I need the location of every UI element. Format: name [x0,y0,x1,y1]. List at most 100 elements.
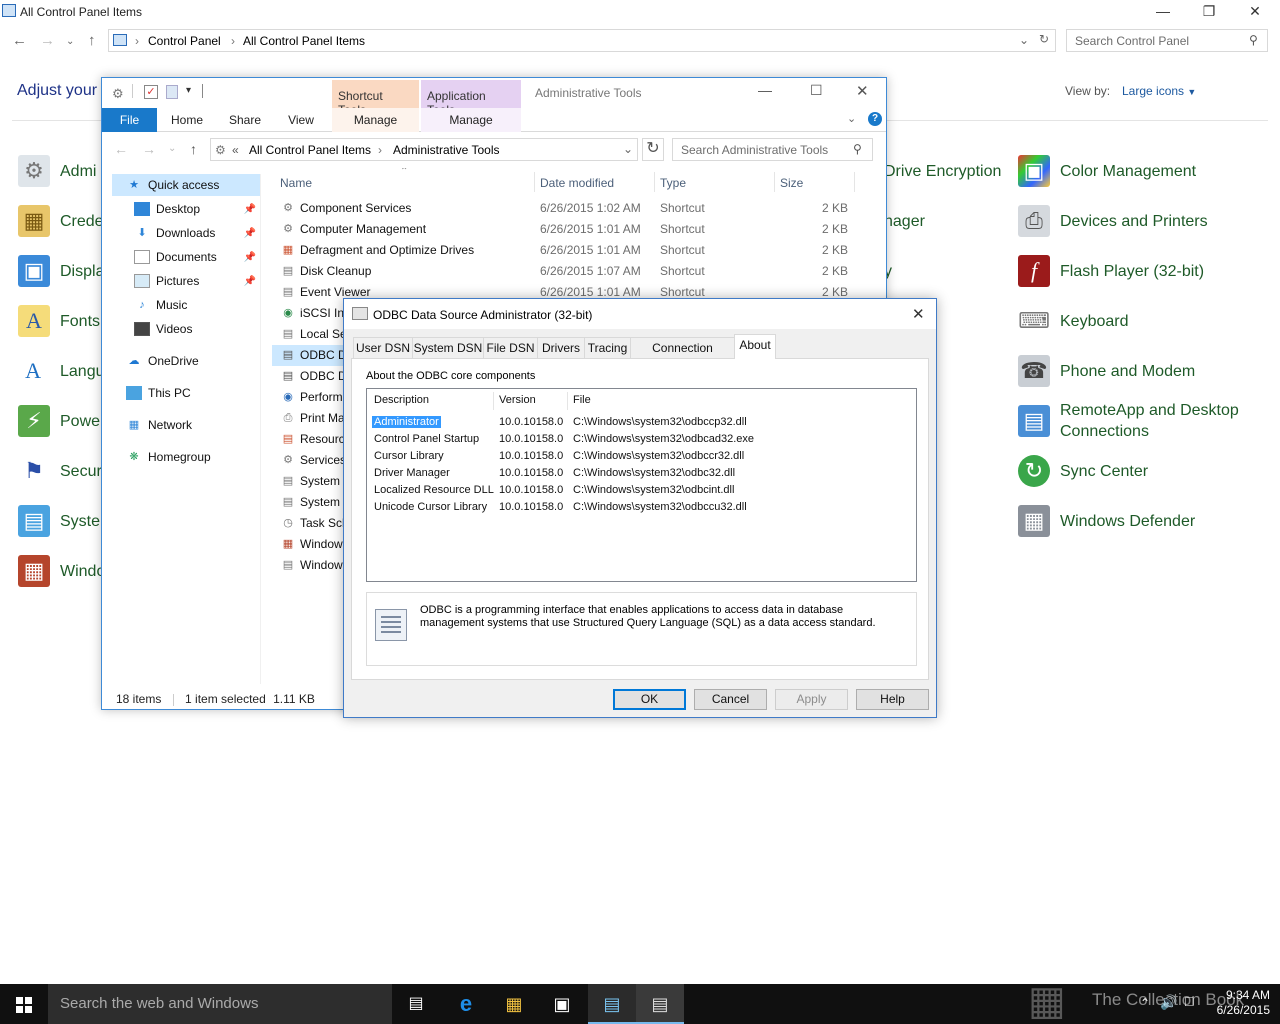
cp-item-power-options[interactable]: ⚡ Power [18,401,105,441]
cp-item-security-maintenance[interactable]: ⚑ Secur [18,451,102,491]
nav-documents[interactable]: Documents 📌 [134,246,260,268]
cp-item-sync-center[interactable]: ↻ Sync Center [1018,451,1148,491]
cp-item-keyboard[interactable]: ⌨ Keyboard [1018,301,1128,341]
nav-this-pc[interactable]: This PC [126,382,260,404]
tab-system-dsn[interactable]: System DSN [412,337,484,358]
control-panel-taskbar-icon[interactable]: ▤ [588,984,636,1024]
list-item[interactable]: Control Panel Startup 10.0.10158.0 C:\Wind… [367,432,915,448]
tab-manage-application[interactable]: Manage [421,108,521,132]
recent-locations-icon[interactable]: ⌄ [168,143,176,154]
view-by-dropdown[interactable]: Large icons ▼ [1122,84,1196,98]
tab-shortcut-tools[interactable]: Shortcut Tools [332,80,419,117]
store-icon[interactable]: ▣ [538,984,586,1024]
breadcrumb-admin-tools[interactable]: Administrative Tools [393,143,500,157]
list-header-description[interactable]: Description [374,394,429,410]
nav-videos[interactable]: Videos [134,318,260,340]
address-bar[interactable]: › Control Panel › All Control Panel Item… [108,29,1056,52]
forward-icon[interactable]: → [40,32,55,49]
task-view-button[interactable]: ▤ [392,984,440,1024]
tab-home[interactable]: Home [164,108,210,132]
customize-qat-icon[interactable]: ▾ [186,85,191,96]
cp-item-credential-manager[interactable]: ▦ Crede [18,201,104,241]
chevron-down-icon[interactable]: ⌄ [1019,33,1029,47]
apply-button[interactable]: Apply [775,689,848,710]
search-input[interactable]: Search Control Panel ⚲ [1066,29,1268,52]
search-icon[interactable]: ⚲ [853,142,862,156]
file-row[interactable]: ▤ Disk Cleanup 6/26/2015 1:07 AM Shortcut 2 … [272,261,872,282]
tab-share[interactable]: Share [222,108,268,132]
refresh-icon[interactable]: ↻ [1039,32,1049,46]
show-hidden-icons[interactable]: ⌃ [1140,996,1150,1010]
close-button[interactable]: ✕ [856,82,869,100]
list-item[interactable]: Driver Manager 10.0.10158.0 C:\Windows\sys… [367,466,915,482]
close-button[interactable]: ✕ [912,305,925,323]
minimize-button[interactable]: — [758,82,772,98]
help-button[interactable]: Help [856,689,929,710]
clock[interactable]: 9:34 AM 6/26/2015 [1210,988,1270,1018]
list-item[interactable]: Localized Resource DLL 10.0.10158.0 C:\Win… [367,483,915,499]
tab-application-tools[interactable]: Application Tools [421,80,521,117]
refresh-icon[interactable]: ↻ [642,138,664,161]
nav-downloads[interactable]: ⬇ Downloads 📌 [134,222,260,244]
chevron-down-icon[interactable]: ⌄ [623,142,633,156]
cp-item-language[interactable]: A Langu [18,351,104,391]
tab-connection-pooling[interactable]: Connection Pooling [630,337,735,376]
cancel-button[interactable]: Cancel [694,689,767,710]
nav-quick-access[interactable]: ★ Quick access [112,174,260,196]
nav-desktop[interactable]: Desktop 📌 [134,198,260,220]
maximize-button[interactable]: ☐ [810,82,823,99]
column-header-type[interactable]: Type [660,176,686,190]
up-icon[interactable]: ↑ [88,32,96,49]
search-icon[interactable]: ⚲ [1249,33,1258,47]
breadcrumb-all-items[interactable]: All Control Panel Items [249,143,371,157]
cp-item-administrative-tools[interactable]: ⚙ Admi [18,151,96,191]
nav-network[interactable]: ▦ Network [126,414,260,436]
restore-button[interactable]: ❐ [1186,0,1232,24]
minimize-button[interactable]: — [1140,0,1186,24]
cp-item-display[interactable]: ▣ Displa [18,251,104,291]
chevron-down-icon[interactable]: ⌄ [847,112,856,125]
list-item[interactable]: Unicode Cursor Library 10.0.10158.0 C:\Win… [367,500,915,516]
list-item[interactable]: Cursor Library 10.0.10158.0 C:\Windows\sys… [367,449,915,465]
file-row[interactable]: ⚙ Computer Management 6/26/2015 1:01 AM Sho… [272,219,872,240]
file-explorer-icon[interactable]: ▦ [490,984,538,1024]
tab-file[interactable]: File [102,108,157,132]
column-header-name[interactable]: Name [280,176,312,190]
list-header-file[interactable]: File [573,394,591,410]
properties-icon[interactable]: ✓ [144,85,158,99]
recent-locations-icon[interactable]: ⌄ [66,36,74,47]
close-button[interactable]: ✕ [1232,0,1278,24]
cp-item-flash-player[interactable]: f Flash Player (32-bit) [1018,251,1204,291]
new-folder-icon[interactable] [166,85,178,99]
nav-music[interactable]: ♪ Music [134,294,260,316]
cp-item-devices-printers[interactable]: ⎙ Devices and Printers [1018,201,1208,241]
forward-icon[interactable]: → [142,141,156,157]
column-header-size[interactable]: Size [780,176,803,190]
ok-button[interactable]: OK [613,689,686,710]
file-row[interactable]: ⚙ Component Services 6/26/2015 1:02 AM Shor… [272,198,872,219]
list-header-version[interactable]: Version [499,394,536,410]
cp-item-remoteapp[interactable]: ▤ RemoteApp and Desktop Connections [1018,400,1250,442]
address-bar[interactable]: ⚙ « All Control Panel Items › Administra… [210,138,638,161]
back-icon[interactable]: ← [12,32,27,49]
breadcrumb-control-panel[interactable]: Control Panel [148,34,221,48]
nav-homegroup[interactable]: ❋ Homegroup [126,446,260,468]
up-icon[interactable]: ↑ [190,141,197,157]
cp-item-system[interactable]: ▤ Syster [18,501,105,541]
volume-icon[interactable]: 🔊 [1160,994,1177,1011]
cp-item-windows-defender[interactable]: ▦ Windows Defender [1018,501,1195,541]
notifications-icon[interactable]: □ [1185,993,1193,1009]
search-input[interactable]: Search Administrative Tools ⚲ [672,138,873,161]
cp-item-device-manager[interactable]: nager [884,201,925,241]
nav-onedrive[interactable]: ☁ OneDrive [126,350,260,372]
nav-pictures[interactable]: Pictures 📌 [134,270,260,292]
cp-item-bitlocker[interactable]: Drive Encryption [884,151,1001,191]
file-row[interactable]: ▦ Defragment and Optimize Drives 6/26/2015… [272,240,872,261]
cp-item-fonts[interactable]: A Fonts [18,301,100,341]
tab-file-dsn[interactable]: File DSN [483,337,538,358]
tab-view[interactable]: View [278,108,324,132]
help-icon[interactable]: ? [868,112,882,126]
cp-item-windows-firewall[interactable]: ▦ Windo [18,551,105,591]
cp-item-color-management[interactable]: ▣ Color Management [1018,151,1196,191]
tab-about[interactable]: About [734,334,776,359]
